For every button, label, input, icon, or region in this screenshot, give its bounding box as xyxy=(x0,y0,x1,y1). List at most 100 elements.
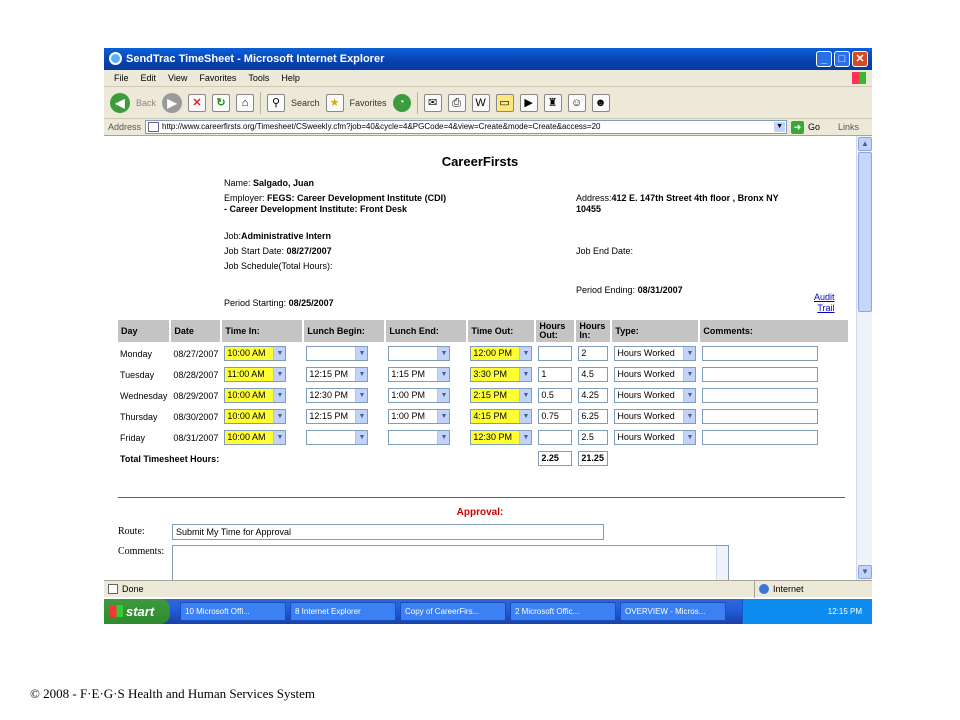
comments-textarea[interactable] xyxy=(172,545,729,580)
hours-in-input[interactable]: 4.5 xyxy=(578,367,609,382)
lunch-begin-select[interactable]: 12:15 PM ▼ xyxy=(306,367,369,382)
start-button[interactable]: start xyxy=(104,599,170,624)
links-button[interactable]: Links xyxy=(838,122,859,132)
chevron-down-icon[interactable]: ▼ xyxy=(437,368,450,381)
type-select[interactable]: Hours Worked ▼ xyxy=(614,388,697,403)
time-in-select[interactable]: 10:00 AM ▼ xyxy=(224,388,287,403)
hours-out-input[interactable]: 0.5 xyxy=(538,388,573,403)
chevron-down-icon[interactable]: ▼ xyxy=(273,410,286,423)
hours-in-input[interactable]: 2 xyxy=(578,346,609,361)
time-in-select[interactable]: 10:00 AM ▼ xyxy=(224,346,287,361)
scroll-down-icon[interactable]: ▼ xyxy=(858,565,872,579)
taskbar-item[interactable]: 8 Internet Explorer xyxy=(290,602,396,621)
chevron-down-icon[interactable]: ▼ xyxy=(519,368,532,381)
home-icon[interactable]: ⌂ xyxy=(236,93,255,112)
chevron-down-icon[interactable]: ▼ xyxy=(355,431,368,444)
search-label[interactable]: Search xyxy=(291,98,320,108)
audit-trail-line1[interactable]: Audit xyxy=(814,292,835,303)
time-in-select[interactable]: 10:00 AM ▼ xyxy=(224,409,287,424)
chevron-down-icon[interactable]: ▼ xyxy=(437,389,450,402)
comments-input[interactable] xyxy=(702,367,819,382)
lunch-end-select[interactable]: 1:15 PM ▼ xyxy=(388,367,451,382)
comments-input[interactable] xyxy=(702,346,819,361)
go-button[interactable]: Go xyxy=(808,122,820,132)
type-select[interactable]: Hours Worked ▼ xyxy=(614,367,697,382)
vertical-scrollbar[interactable]: ▲ ▼ xyxy=(856,136,872,580)
history-icon[interactable]: ◔ xyxy=(392,93,411,112)
users-icon[interactable]: ☻ xyxy=(591,93,610,112)
menu-edit[interactable]: Edit xyxy=(135,73,163,83)
scroll-up-icon[interactable]: ▲ xyxy=(858,137,872,151)
start-label[interactable]: start xyxy=(126,604,154,619)
type-select[interactable]: Hours Worked ▼ xyxy=(614,430,697,445)
lunch-end-select[interactable]: ▼ xyxy=(388,346,451,361)
chevron-down-icon[interactable]: ▼ xyxy=(437,431,450,444)
audit-trail-line2[interactable]: Trail xyxy=(814,303,834,314)
minimize-button[interactable]: _ xyxy=(816,51,832,67)
lunch-begin-select[interactable]: ▼ xyxy=(306,430,369,445)
research-icon[interactable]: ♜ xyxy=(543,93,562,112)
chevron-down-icon[interactable]: ▼ xyxy=(437,410,450,423)
favorites-label[interactable]: Favorites xyxy=(350,98,387,108)
chevron-down-icon[interactable]: ▼ xyxy=(355,368,368,381)
lunch-begin-select[interactable]: ▼ xyxy=(306,346,369,361)
time-in-select[interactable]: 11:00 AM ▼ xyxy=(224,367,287,382)
lunch-begin-select[interactable]: 12:15 PM ▼ xyxy=(306,409,369,424)
lunch-end-select[interactable]: ▼ xyxy=(388,430,451,445)
comments-input[interactable] xyxy=(702,388,819,403)
taskbar-item[interactable]: 10 Microsoft Offi... xyxy=(180,602,286,621)
comments-input[interactable] xyxy=(702,409,819,424)
menu-view[interactable]: View xyxy=(162,73,193,83)
person-icon[interactable]: ☺ xyxy=(567,93,586,112)
hours-out-input[interactable]: 1 xyxy=(538,367,573,382)
scroll-thumb[interactable] xyxy=(858,152,872,312)
route-select[interactable]: Submit My Time for Approval xyxy=(172,524,604,540)
chevron-down-icon[interactable]: ▼ xyxy=(437,347,450,360)
chevron-down-icon[interactable]: ▼ xyxy=(519,410,532,423)
chevron-down-icon[interactable]: ▼ xyxy=(683,347,696,360)
chevron-down-icon[interactable]: ▼ xyxy=(355,389,368,402)
messenger-icon[interactable]: ▶ xyxy=(519,93,538,112)
chevron-down-icon[interactable]: ▼ xyxy=(683,431,696,444)
chevron-down-icon[interactable]: ▼ xyxy=(273,368,286,381)
textarea-scrollbar[interactable] xyxy=(716,546,728,580)
back-icon[interactable]: ◀ xyxy=(110,92,130,113)
taskbar-item[interactable]: Copy of CareerFirs... xyxy=(400,602,506,621)
chevron-down-icon[interactable]: ▼ xyxy=(355,347,368,360)
hours-in-input[interactable]: 6.25 xyxy=(578,409,609,424)
refresh-icon[interactable]: ↻ xyxy=(212,93,231,112)
chevron-down-icon[interactable]: ▼ xyxy=(519,389,532,402)
search-icon[interactable]: ⚲ xyxy=(267,93,286,112)
forward-icon[interactable]: ▶ xyxy=(162,92,183,113)
lunch-begin-select[interactable]: 12:30 PM ▼ xyxy=(306,388,369,403)
lunch-end-select[interactable]: 1:00 PM ▼ xyxy=(388,409,451,424)
chevron-down-icon[interactable]: ▼ xyxy=(683,389,696,402)
chevron-down-icon[interactable]: ▼ xyxy=(355,410,368,423)
chevron-down-icon[interactable]: ▼ xyxy=(519,431,532,444)
chevron-down-icon[interactable]: ▼ xyxy=(683,410,696,423)
discuss-icon[interactable]: ▭ xyxy=(495,93,514,112)
hours-in-input[interactable]: 4.25 xyxy=(578,388,609,403)
back-label[interactable]: Back xyxy=(136,98,156,108)
time-out-select[interactable]: 3:30 PM ▼ xyxy=(470,367,533,382)
mail-icon[interactable]: ✉ xyxy=(423,93,442,112)
chevron-down-icon[interactable]: ▼ xyxy=(683,368,696,381)
address-input[interactable]: http://www.careerfirsts.org/Timesheet/CS… xyxy=(145,120,788,134)
chevron-down-icon[interactable]: ▼ xyxy=(273,431,286,444)
time-out-select[interactable]: 2:15 PM ▼ xyxy=(470,388,533,403)
taskbar-item[interactable]: OVERVIEW - Micros... xyxy=(620,602,726,621)
time-out-select[interactable]: 4:15 PM ▼ xyxy=(470,409,533,424)
hours-out-input[interactable]: 0.75 xyxy=(538,409,573,424)
lunch-end-select[interactable]: 1:00 PM ▼ xyxy=(388,388,451,403)
time-out-select[interactable]: 12:30 PM ▼ xyxy=(470,430,533,445)
chevron-down-icon[interactable]: ▼ xyxy=(519,347,532,360)
maximize-button[interactable]: □ xyxy=(834,51,850,67)
menu-file[interactable]: File xyxy=(108,73,135,83)
type-select[interactable]: Hours Worked ▼ xyxy=(614,346,697,361)
close-button[interactable]: ✕ xyxy=(852,51,868,67)
hours-out-input[interactable] xyxy=(538,346,573,361)
menu-tools[interactable]: Tools xyxy=(242,73,275,83)
favorites-star-icon[interactable]: ★ xyxy=(325,93,344,112)
print-icon[interactable]: ⎙ xyxy=(447,93,466,112)
edit-icon[interactable]: W xyxy=(471,93,490,112)
